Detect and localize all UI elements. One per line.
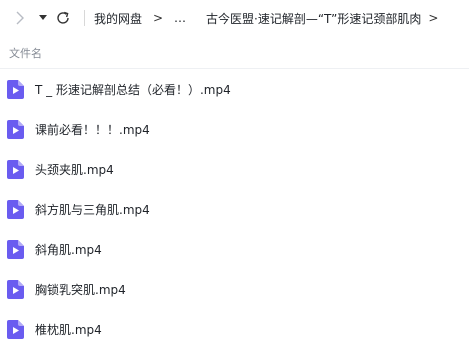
refresh-icon bbox=[57, 11, 69, 24]
breadcrumb-my-drive[interactable]: 我的网盘 bbox=[94, 10, 142, 27]
file-name: T _ 形速记解剖总结（必看！）.mp4 bbox=[35, 83, 231, 97]
file-row[interactable]: 斜角肌.mp4 bbox=[0, 229, 469, 269]
video-file-icon bbox=[7, 120, 24, 139]
video-file-icon bbox=[7, 200, 24, 219]
file-name: 椎枕肌.mp4 bbox=[35, 323, 102, 337]
file-row[interactable]: T _ 形速记解剖总结（必看！）.mp4 bbox=[0, 69, 469, 109]
file-name: 头颈夹肌.mp4 bbox=[35, 163, 114, 177]
refresh-button[interactable] bbox=[54, 8, 72, 28]
file-name: 斜方肌与三角肌.mp4 bbox=[35, 203, 150, 217]
file-row[interactable]: 斜方肌与三角肌.mp4 bbox=[0, 189, 469, 229]
column-header-filename[interactable]: 文件名 bbox=[9, 45, 42, 61]
chevron-right-icon bbox=[16, 11, 24, 25]
breadcrumb-next-chevron[interactable]: > bbox=[421, 11, 445, 25]
file-row[interactable]: 胸锁乳突肌.mp4 bbox=[0, 269, 469, 309]
breadcrumb: 我的网盘 > … 古今医盟·速记解剖—“T”形速记颈部肌肉 > bbox=[94, 0, 445, 36]
history-dropdown-button[interactable] bbox=[36, 8, 50, 28]
toolbar: 我的网盘 > … 古今医盟·速记解剖—“T”形速记颈部肌肉 > bbox=[0, 0, 469, 36]
breadcrumb-separator: > bbox=[152, 11, 164, 25]
file-name: 课前必看！！！.mp4 bbox=[35, 123, 150, 137]
video-file-icon bbox=[7, 280, 24, 299]
caret-down-icon bbox=[39, 15, 47, 20]
video-file-icon bbox=[7, 240, 24, 259]
back-button[interactable] bbox=[11, 8, 29, 28]
video-file-icon bbox=[7, 320, 24, 339]
file-list: T _ 形速记解剖总结（必看！）.mp4 课前必看！！！.mp4 头颈夹肌.mp… bbox=[0, 69, 469, 349]
toolbar-divider bbox=[84, 10, 85, 26]
file-row[interactable]: 头颈夹肌.mp4 bbox=[0, 149, 469, 189]
breadcrumb-ellipsis[interactable]: … bbox=[174, 11, 186, 25]
file-row[interactable]: 椎枕肌.mp4 bbox=[0, 309, 469, 349]
file-list-header: 文件名 bbox=[0, 36, 469, 69]
video-file-icon bbox=[7, 80, 24, 99]
file-row[interactable]: 课前必看！！！.mp4 bbox=[0, 109, 469, 149]
video-file-icon bbox=[7, 160, 24, 179]
file-name: 斜角肌.mp4 bbox=[35, 243, 102, 257]
breadcrumb-current-folder[interactable]: 古今医盟·速记解剖—“T”形速记颈部肌肉 bbox=[206, 10, 421, 27]
file-name: 胸锁乳突肌.mp4 bbox=[35, 283, 126, 297]
